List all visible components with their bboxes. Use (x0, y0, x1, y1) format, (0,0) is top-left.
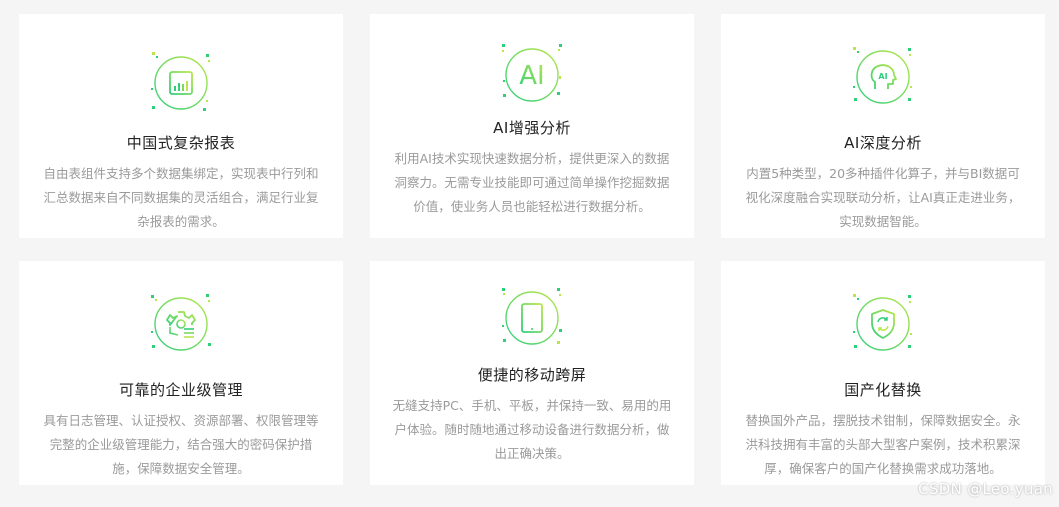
card-description: 内置5种类型，20多种插件化算子，并与BI数据可视化深度融合实现联动分析，让AI… (745, 166, 1021, 229)
feature-card-mobile: 便捷的移动跨屏 无缝支持PC、手机、平板，并保持一致、易用的用户体验。随时随地通… (370, 261, 694, 485)
feature-card-localization: 国产化替换 替换国外产品，摆脱技术钳制，保障数据安全。永洪科技拥有丰富的头部大型… (721, 261, 1045, 485)
card-description: 无缝支持PC、手机、平板，并保持一致、易用的用户体验。随时随地通过移动设备进行数… (392, 398, 672, 461)
gear-settings-icon (146, 289, 216, 359)
shield-refresh-icon (848, 289, 918, 359)
card-description: 自由表组件支持多个数据集绑定，实现表中行列和汇总数据来自不同数据集的灵活组合，满… (43, 166, 319, 229)
report-chart-icon (146, 48, 216, 118)
card-title: 国产化替换 (844, 381, 922, 399)
card-description: 替换国外产品，摆脱技术钳制，保障数据安全。永洪科技拥有丰富的头部大型客户案例，技… (745, 413, 1021, 476)
tablet-icon (497, 283, 567, 353)
card-description: 利用AI技术实现快速数据分析，提供更深入的数据洞察力。无需专业技能即可通过简单操… (394, 151, 670, 214)
ai-head-icon: AI (848, 42, 918, 112)
feature-card-enterprise: 可靠的企业级管理 具有日志管理、认证授权、资源部署、权限管理等完整的企业级管理能… (19, 261, 343, 485)
card-title: AI增强分析 (493, 119, 571, 137)
svg-text:AI: AI (878, 72, 887, 81)
ai-text-icon: AI (497, 40, 567, 110)
feature-card-ai-deep: AI AI深度分析 内置5种类型，20多种插件化算子，并与BI数据可视化深度融合… (721, 14, 1045, 238)
feature-card-report: 中国式复杂报表 自由表组件支持多个数据集绑定，实现表中行列和汇总数据来自不同数据… (19, 14, 343, 238)
watermark: CSDN @Leo.yuan (918, 480, 1053, 498)
card-title: 可靠的企业级管理 (118, 381, 243, 399)
card-title: 中国式复杂报表 (126, 134, 236, 152)
card-title: 便捷的移动跨屏 (477, 366, 587, 384)
svg-text:AI: AI (519, 61, 544, 91)
feature-card-ai-enhanced: AI AI增强分析 利用AI技术实现快速数据分析，提供更深入的数据洞察力。无需专… (370, 14, 694, 238)
card-description: 具有日志管理、认证授权、资源部署、权限管理等完整的企业级管理能力，结合强大的密码… (43, 413, 319, 476)
card-title: AI深度分析 (844, 134, 922, 152)
